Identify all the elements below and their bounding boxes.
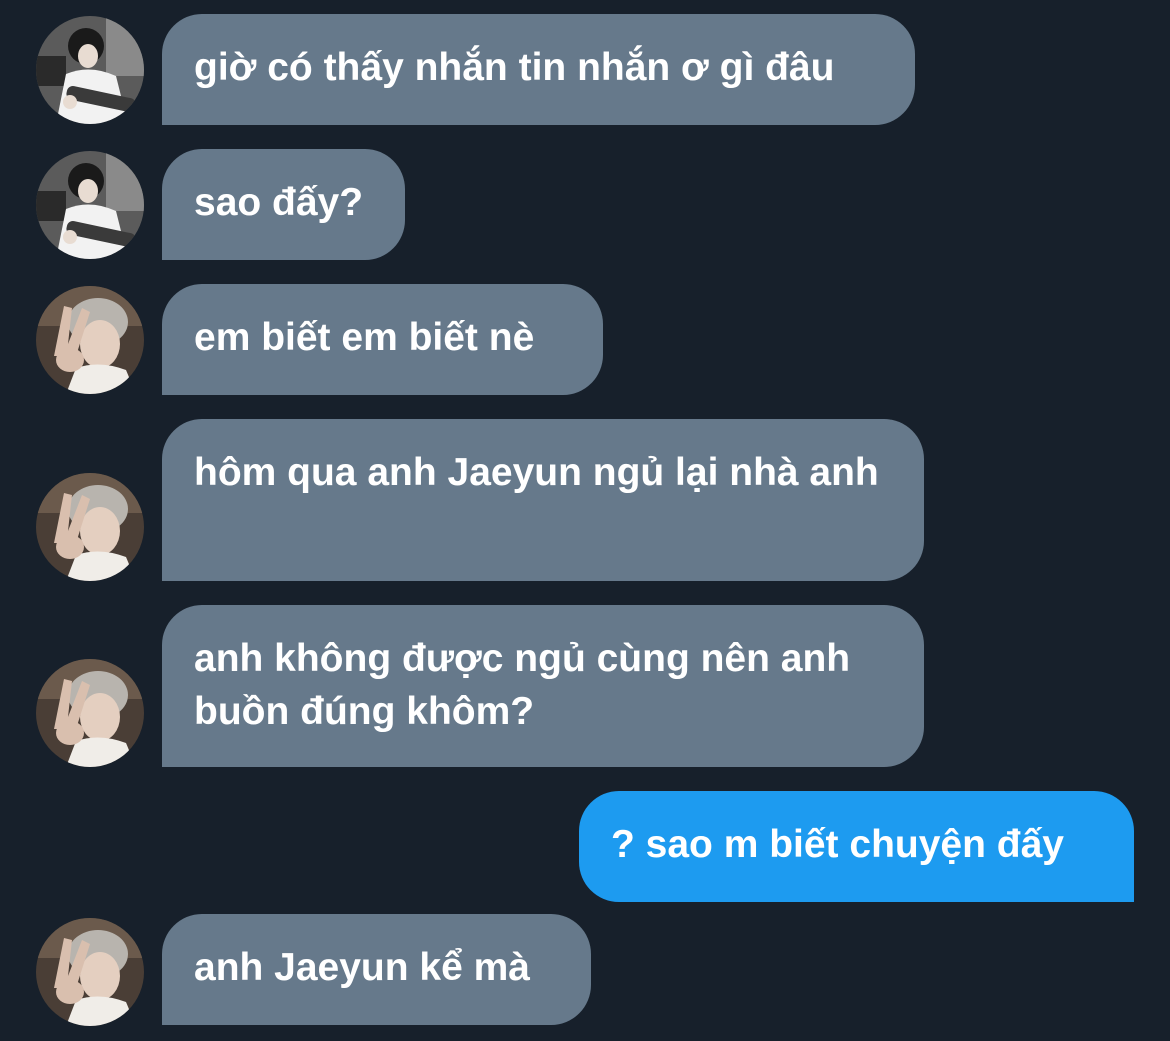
message-row: anh không được ngủ cùng nên anh buồn đún… [0,605,1170,767]
message-row: hôm qua anh Jaeyun ngủ lại nhà anh [0,419,1170,581]
incoming-message-bubble[interactable]: sao đấy? [162,149,405,260]
message-text: em biết em biết nè [194,316,535,359]
incoming-message-bubble[interactable]: em biết em biết nè [162,284,603,395]
peace-sign-avatar[interactable] [36,473,144,581]
peace-sign-avatar[interactable] [36,286,144,394]
message-text: hôm qua anh Jaeyun ngủ lại nhà anh [194,451,879,494]
message-text: ? sao m biết chuyện đấy [611,823,1064,866]
message-row: sao đấy? [0,149,1170,260]
peace-sign-avatar[interactable] [36,659,144,767]
guitar-boy-avatar[interactable] [36,151,144,259]
message-text: sao đấy? [194,181,364,224]
chat-conversation: giờ có thấy nhắn tin nhắn ơ gì đâu sao đ… [0,0,1170,1041]
message-text: anh Jaeyun kể mà [194,946,530,989]
incoming-message-bubble[interactable]: anh Jaeyun kể mà [162,914,591,1025]
message-row: ? sao m biết chuyện đấy [0,791,1170,902]
message-row: em biết em biết nè [0,284,1170,395]
message-text: anh không được ngủ cùng nên anh buồn đún… [194,637,851,733]
guitar-boy-avatar[interactable] [36,16,144,124]
message-row: anh Jaeyun kể mà [0,914,1170,1026]
peace-sign-avatar[interactable] [36,918,144,1026]
message-row: giờ có thấy nhắn tin nhắn ơ gì đâu [0,14,1170,125]
incoming-message-bubble[interactable]: giờ có thấy nhắn tin nhắn ơ gì đâu [162,14,915,125]
incoming-message-bubble[interactable]: hôm qua anh Jaeyun ngủ lại nhà anh [162,419,924,581]
incoming-message-bubble[interactable]: anh không được ngủ cùng nên anh buồn đún… [162,605,924,767]
message-text: giờ có thấy nhắn tin nhắn ơ gì đâu [194,46,835,89]
outgoing-message-bubble[interactable]: ? sao m biết chuyện đấy [579,791,1134,902]
